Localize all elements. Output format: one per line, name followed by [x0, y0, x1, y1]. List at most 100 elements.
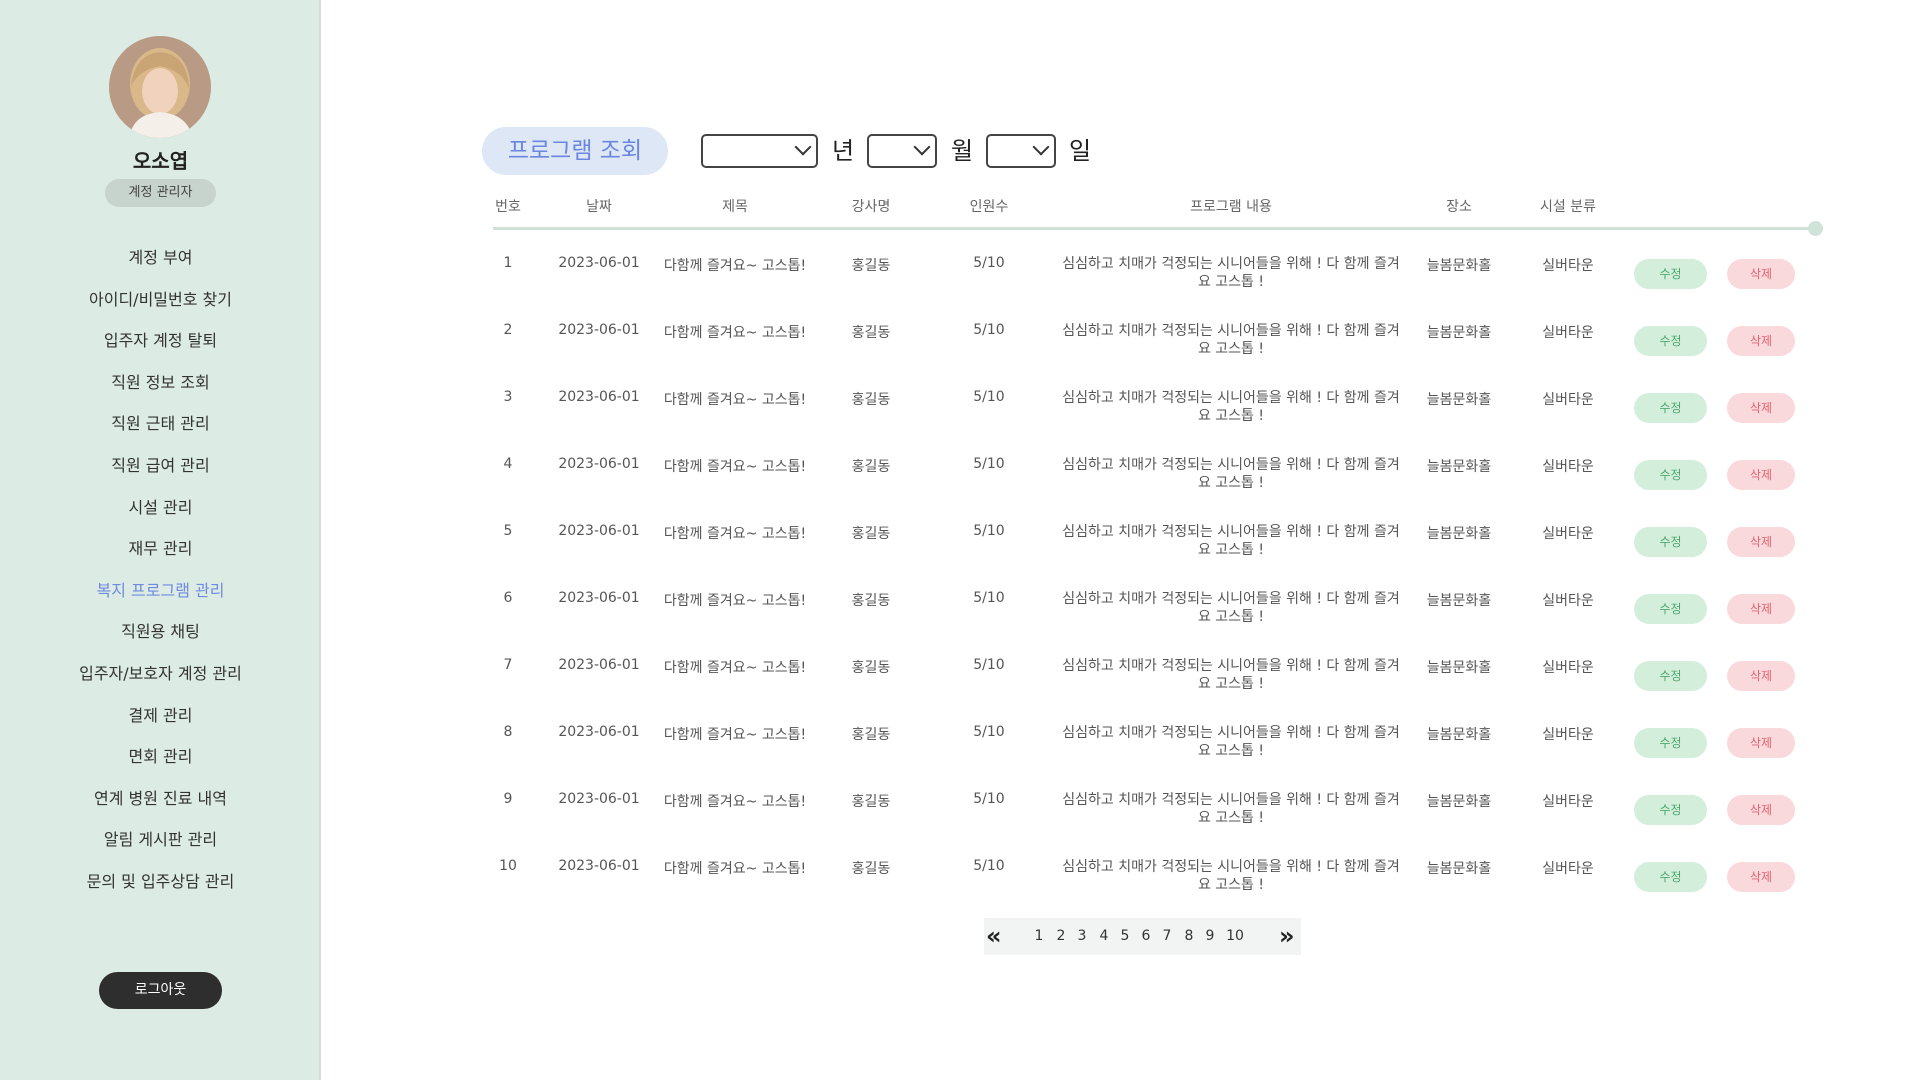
delete-button[interactable]: 삭제	[1727, 661, 1795, 691]
cell-content: 심심하고 치매가 걱정되는 시니어들을 위해 ! 다 함께 즐겨요 고스톱 !	[1062, 323, 1400, 357]
cell-date: 2023-06-01	[558, 791, 640, 807]
cell-title: 다함께 즐겨요~ 고스톱!	[663, 727, 807, 743]
cell-title: 다함께 즐겨요~ 고스톱!	[663, 794, 807, 810]
edit-button[interactable]: 수정	[1634, 728, 1707, 758]
avatar-photo	[109, 36, 211, 138]
next-page-button[interactable]: »	[1279, 918, 1295, 955]
page-number-6[interactable]: 6	[1142, 918, 1151, 955]
column-header-category: 시설 분류	[1540, 199, 1596, 215]
cell-instructor: 홍길동	[851, 325, 891, 341]
cell-title: 다함께 즐겨요~ 고스톱!	[663, 660, 807, 676]
delete-button[interactable]: 삭제	[1727, 795, 1795, 825]
cell-category: 실버타운	[1542, 727, 1594, 743]
cell-instructor: 홍길동	[851, 861, 891, 877]
cell-category: 실버타운	[1542, 861, 1594, 877]
edit-button[interactable]: 수정	[1634, 460, 1707, 490]
column-header-count: 인원수	[969, 199, 1009, 215]
cell-count: 5/10	[973, 322, 1005, 338]
column-header-instructor: 강사명	[851, 199, 891, 215]
cell-count: 5/10	[973, 456, 1005, 472]
cell-title: 다함께 즐겨요~ 고스톱!	[663, 861, 807, 877]
page-number-1[interactable]: 1	[1035, 918, 1044, 955]
delete-button[interactable]: 삭제	[1727, 728, 1795, 758]
year-label: 년	[832, 137, 855, 165]
cell-instructor: 홍길동	[851, 258, 891, 274]
cell-instructor: 홍길동	[851, 660, 891, 676]
cell-instructor: 홍길동	[851, 459, 891, 475]
edit-button[interactable]: 수정	[1634, 326, 1707, 356]
table-row: 6 2023-06-01 다함께 즐겨요~ 고스톱! 홍길동 5/10 심심하고 치매가 …	[0, 580, 1920, 647]
user-name: 오소엽	[132, 149, 189, 173]
cell-instructor: 홍길동	[851, 593, 891, 609]
page-number-5[interactable]: 5	[1121, 918, 1130, 955]
chevron-down-icon	[913, 138, 931, 156]
delete-button[interactable]: 삭제	[1727, 259, 1795, 289]
page-number-9[interactable]: 9	[1206, 918, 1215, 955]
delete-button[interactable]: 삭제	[1727, 594, 1795, 624]
cell-no: 2	[503, 322, 513, 338]
cell-title: 다함께 즐겨요~ 고스톱!	[663, 258, 807, 274]
delete-button[interactable]: 삭제	[1727, 460, 1795, 490]
cell-instructor: 홍길동	[851, 727, 891, 743]
page-number-2[interactable]: 2	[1057, 918, 1066, 955]
pagination: « » 1 2 3 4 5 6 7 8 9 10	[984, 918, 1301, 955]
cell-no: 9	[503, 791, 513, 807]
cell-place: 늘봄문화홀	[1426, 593, 1492, 609]
delete-button[interactable]: 삭제	[1727, 862, 1795, 892]
year-select[interactable]	[701, 134, 818, 168]
role-badge: 계정 관리자	[105, 179, 216, 207]
cell-content: 심심하고 치매가 걱정되는 시니어들을 위해 ! 다 함께 즐겨요 고스톱 !	[1062, 256, 1400, 290]
edit-button[interactable]: 수정	[1634, 259, 1707, 289]
cell-content: 심심하고 치매가 걱정되는 시니어들을 위해 ! 다 함께 즐겨요 고스톱 !	[1062, 658, 1400, 692]
cell-count: 5/10	[973, 858, 1005, 874]
page-number-7[interactable]: 7	[1163, 918, 1172, 955]
edit-button[interactable]: 수정	[1634, 393, 1707, 423]
cell-date: 2023-06-01	[558, 322, 640, 338]
cell-instructor: 홍길동	[851, 392, 891, 408]
cell-place: 늘봄문화홀	[1426, 727, 1492, 743]
delete-button[interactable]: 삭제	[1727, 326, 1795, 356]
logout-button[interactable]: 로그아웃	[99, 972, 222, 1009]
table-row: 1 2023-06-01 다함께 즐겨요~ 고스톱! 홍길동 5/10 심심하고 치매가 …	[0, 245, 1920, 312]
month-select[interactable]	[867, 134, 937, 168]
page-number-3[interactable]: 3	[1078, 918, 1087, 955]
edit-button[interactable]: 수정	[1634, 795, 1707, 825]
table-header: 번호 날짜 제목 강사명 인원수 프로그램 내용 장소 시설 분류	[482, 196, 1822, 220]
edit-button[interactable]: 수정	[1634, 661, 1707, 691]
day-label: 일	[1069, 137, 1092, 165]
cell-place: 늘봄문화홀	[1426, 459, 1492, 475]
cell-no: 4	[503, 456, 513, 472]
column-header-no: 번호	[495, 199, 521, 215]
page-number-4[interactable]: 4	[1100, 918, 1109, 955]
page-number-8[interactable]: 8	[1185, 918, 1194, 955]
column-header-place: 장소	[1446, 199, 1472, 215]
cell-count: 5/10	[973, 657, 1005, 673]
table-row: 10 2023-06-01 다함께 즐겨요~ 고스톱! 홍길동 5/10 심심하고 치매가…	[0, 848, 1920, 915]
page-number-10[interactable]: 10	[1226, 918, 1244, 955]
edit-button[interactable]: 수정	[1634, 594, 1707, 624]
cell-place: 늘봄문화홀	[1426, 861, 1492, 877]
delete-button[interactable]: 삭제	[1727, 527, 1795, 557]
table-row: 4 2023-06-01 다함께 즐겨요~ 고스톱! 홍길동 5/10 심심하고 치매가 …	[0, 446, 1920, 513]
cell-content: 심심하고 치매가 걱정되는 시니어들을 위해 ! 다 함께 즐겨요 고스톱 !	[1062, 591, 1400, 625]
cell-count: 5/10	[973, 590, 1005, 606]
prev-page-button[interactable]: «	[986, 918, 1002, 955]
chevron-down-icon	[1032, 138, 1050, 156]
header-divider	[493, 227, 1815, 230]
cell-content: 심심하고 치매가 걱정되는 시니어들을 위해 ! 다 함께 즐겨요 고스톱 !	[1062, 457, 1400, 491]
cell-category: 실버타운	[1542, 526, 1594, 542]
cell-place: 늘봄문화홀	[1426, 660, 1492, 676]
cell-place: 늘봄문화홀	[1426, 325, 1492, 341]
month-label: 월	[951, 137, 974, 165]
cell-category: 실버타운	[1542, 325, 1594, 341]
cell-category: 실버타운	[1542, 392, 1594, 408]
cell-category: 실버타운	[1542, 593, 1594, 609]
delete-button[interactable]: 삭제	[1727, 393, 1795, 423]
day-select[interactable]	[986, 134, 1056, 168]
cell-content: 심심하고 치매가 걱정되는 시니어들을 위해 ! 다 함께 즐겨요 고스톱 !	[1062, 792, 1400, 826]
cell-title: 다함께 즐겨요~ 고스톱!	[663, 593, 807, 609]
edit-button[interactable]: 수정	[1634, 862, 1707, 892]
edit-button[interactable]: 수정	[1634, 527, 1707, 557]
chevron-down-icon	[794, 138, 812, 156]
cell-place: 늘봄문화홀	[1426, 526, 1492, 542]
